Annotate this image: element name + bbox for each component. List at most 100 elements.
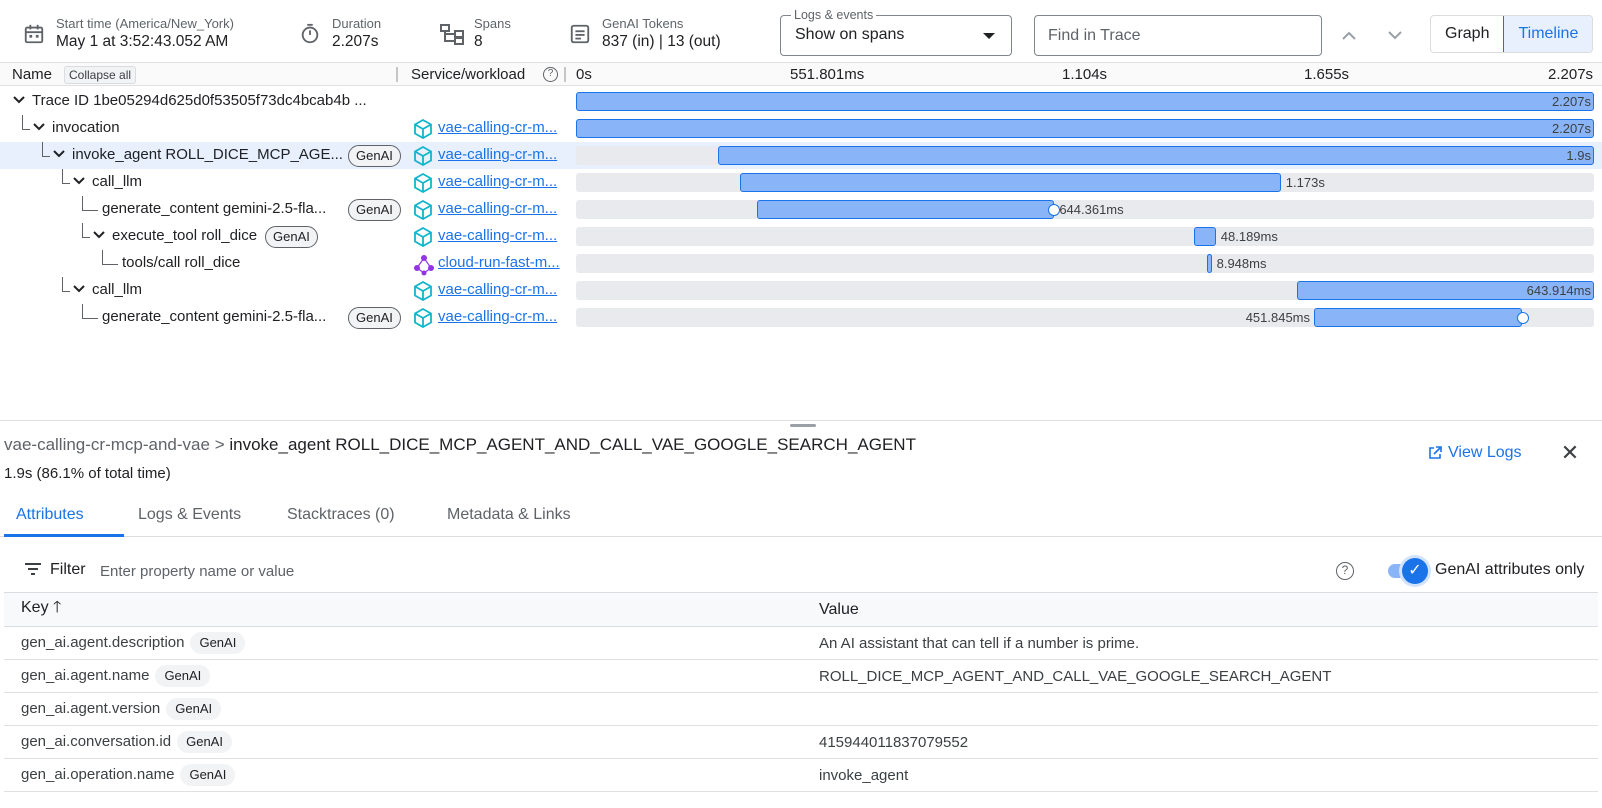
tree-connector bbox=[82, 318, 98, 319]
span-tree-icon bbox=[440, 22, 464, 46]
view-logs-label: View Logs bbox=[1448, 444, 1522, 461]
column-resize-handle[interactable] bbox=[396, 67, 398, 82]
tree-connector bbox=[82, 237, 90, 238]
spans-stat: Spans 8 bbox=[440, 14, 511, 54]
span-row[interactable]: call_llm vae-calling-cr-m... 643.914ms bbox=[0, 277, 1602, 304]
chevron-down-icon[interactable] bbox=[52, 147, 66, 161]
tree-connector bbox=[82, 304, 83, 318]
active-tab-indicator bbox=[4, 534, 124, 537]
graph-view-button[interactable]: Graph bbox=[1431, 16, 1503, 52]
tab-logs-events[interactable]: Logs & Events bbox=[138, 506, 241, 524]
span-row[interactable]: tools/call roll_dice cloud-run-fast-m... 8… bbox=[0, 250, 1602, 277]
table-row[interactable]: gen_ai.agent.name GenAI ROLL_DICE_MCP_AGEN… bbox=[4, 659, 1598, 693]
span-row[interactable]: invoke_agent ROLL_DICE_MCP_AGE... GenAI va… bbox=[0, 142, 1602, 169]
breadcrumb-service: vae-calling-cr-mcp-and-vae bbox=[4, 435, 210, 454]
help-icon[interactable]: ? bbox=[543, 67, 558, 82]
chevron-down-icon[interactable] bbox=[92, 228, 106, 242]
span-breadcrumb: vae-calling-cr-mcp-and-vae > invoke_agen… bbox=[4, 435, 916, 455]
genai-only-toggle[interactable]: ✓ bbox=[1388, 558, 1428, 584]
table-row[interactable]: gen_ai.agent.description GenAI An AI assis… bbox=[4, 626, 1598, 660]
service-link[interactable]: vae-calling-cr-m... bbox=[438, 173, 557, 190]
table-row[interactable]: gen_ai.agent.version GenAI bbox=[4, 692, 1598, 726]
span-bar[interactable] bbox=[739, 173, 1281, 192]
span-duration-label: 1.173s bbox=[1285, 175, 1325, 190]
genai-badge: GenAI bbox=[177, 731, 232, 753]
close-icon[interactable]: ✕ bbox=[1560, 442, 1580, 464]
dropdown-caret-icon bbox=[983, 33, 995, 39]
span-row[interactable]: Trace ID 1be05294d625d0f53505f73dc4bcab4… bbox=[0, 88, 1602, 115]
logs-events-value: Show on spans bbox=[795, 26, 905, 43]
chevron-down-icon[interactable] bbox=[72, 282, 86, 296]
attribute-value: An AI assistant that can tell if a numbe… bbox=[802, 626, 1598, 660]
table-row[interactable]: gen_ai.conversation.id GenAI 4159440118370… bbox=[4, 725, 1598, 759]
span-bar[interactable] bbox=[576, 92, 1594, 111]
span-row[interactable]: invocation vae-calling-cr-m... 2.207s bbox=[0, 115, 1602, 142]
span-row[interactable]: call_llm vae-calling-cr-m... 1.173s bbox=[0, 169, 1602, 196]
view-toggle: Graph Timeline bbox=[1430, 15, 1594, 53]
timeline-view-button[interactable]: Timeline bbox=[1503, 16, 1593, 52]
span-bar[interactable] bbox=[757, 200, 1055, 219]
tree-connector bbox=[42, 142, 43, 156]
service-link[interactable]: vae-calling-cr-m... bbox=[438, 146, 557, 163]
start-time-label: Start time (America/New_York) bbox=[56, 16, 234, 31]
span-bar[interactable] bbox=[717, 146, 1594, 165]
attribute-value: ROLL_DICE_MCP_AGENT_AND_CALL_VAE_GOOGLE_… bbox=[802, 659, 1598, 693]
chevron-down-icon[interactable] bbox=[1384, 24, 1406, 46]
tab-stacktraces[interactable]: Stacktraces (0) bbox=[287, 506, 395, 524]
tokens-stat: GenAI Tokens 837 (in) | 13 (out) bbox=[568, 14, 721, 54]
span-bar[interactable] bbox=[1193, 227, 1216, 246]
service-cube-icon bbox=[413, 307, 433, 329]
time-tick-label: 1.655s bbox=[1304, 66, 1350, 83]
attribute-key: gen_ai.agent.description bbox=[21, 634, 185, 651]
attribute-filter-bar: Filter ? ✓ GenAI attributes only bbox=[4, 550, 1598, 592]
table-row[interactable]: gen_ai.operation.name GenAI invoke_agent bbox=[4, 758, 1598, 792]
timer-icon bbox=[298, 22, 322, 46]
span-duration-label: 48.189ms bbox=[1220, 229, 1278, 244]
span-duration-label: 2.207s bbox=[1551, 94, 1591, 109]
service-link[interactable]: vae-calling-cr-m... bbox=[438, 119, 557, 136]
service-link[interactable]: vae-calling-cr-m... bbox=[438, 200, 557, 217]
span-bar[interactable] bbox=[576, 119, 1594, 138]
tree-connector bbox=[102, 264, 118, 265]
column-resize-handle[interactable] bbox=[564, 67, 566, 82]
service-link[interactable]: vae-calling-cr-m... bbox=[438, 227, 557, 244]
time-tick-label: 0s bbox=[576, 66, 592, 83]
start-time-value: May 1 at 3:52:43.052 AM bbox=[56, 33, 229, 50]
tree-connector bbox=[82, 210, 98, 211]
logs-events-select[interactable]: Logs & events Show on spans bbox=[780, 8, 1012, 56]
collapse-all-button[interactable]: Collapse all bbox=[64, 66, 137, 84]
service-cube-icon bbox=[413, 172, 433, 194]
span-bar[interactable] bbox=[1207, 254, 1212, 273]
panel-splitter bbox=[0, 420, 1602, 421]
view-logs-link[interactable]: View Logs bbox=[1428, 444, 1522, 462]
time-tick-label: 1.104s bbox=[1062, 66, 1108, 83]
span-duration-value: 1.9s bbox=[4, 465, 33, 482]
time-tick-label: 2.207s bbox=[1548, 66, 1594, 83]
service-link[interactable]: vae-calling-cr-m... bbox=[438, 281, 557, 298]
service-link[interactable]: cloud-run-fast-m... bbox=[438, 254, 560, 271]
span-row[interactable]: generate_content gemini-2.5-fla... GenAI v… bbox=[0, 196, 1602, 223]
chevron-up-icon[interactable] bbox=[1338, 24, 1360, 46]
help-icon[interactable]: ? bbox=[1336, 562, 1354, 580]
service-link[interactable]: vae-calling-cr-m... bbox=[438, 308, 557, 325]
key-column-header[interactable]: Key 🡑 bbox=[4, 592, 802, 627]
span-row[interactable]: execute_tool roll_dice GenAI vae-calling-c… bbox=[0, 223, 1602, 250]
tab-attributes[interactable]: Attributes bbox=[16, 506, 84, 524]
genai-badge: GenAI bbox=[265, 226, 318, 248]
attribute-key: gen_ai.conversation.id bbox=[21, 733, 172, 750]
chevron-down-icon[interactable] bbox=[32, 120, 46, 134]
service-cube-icon bbox=[413, 280, 433, 302]
span-bar[interactable] bbox=[1314, 308, 1523, 327]
genai-badge: GenAI bbox=[155, 665, 211, 687]
splitter-grip[interactable] bbox=[790, 424, 816, 427]
service-cube-icon bbox=[413, 199, 433, 221]
chevron-down-icon[interactable] bbox=[12, 93, 26, 107]
span-row[interactable]: generate_content gemini-2.5-fla... GenAI v… bbox=[0, 304, 1602, 331]
filter-icon bbox=[25, 562, 41, 579]
find-in-trace-input[interactable] bbox=[1034, 15, 1322, 56]
chevron-down-icon[interactable] bbox=[72, 174, 86, 188]
check-icon: ✓ bbox=[1402, 558, 1428, 584]
span-end-marker bbox=[1516, 312, 1529, 324]
filter-input[interactable] bbox=[100, 558, 700, 584]
tab-metadata-links[interactable]: Metadata & Links bbox=[447, 506, 571, 524]
